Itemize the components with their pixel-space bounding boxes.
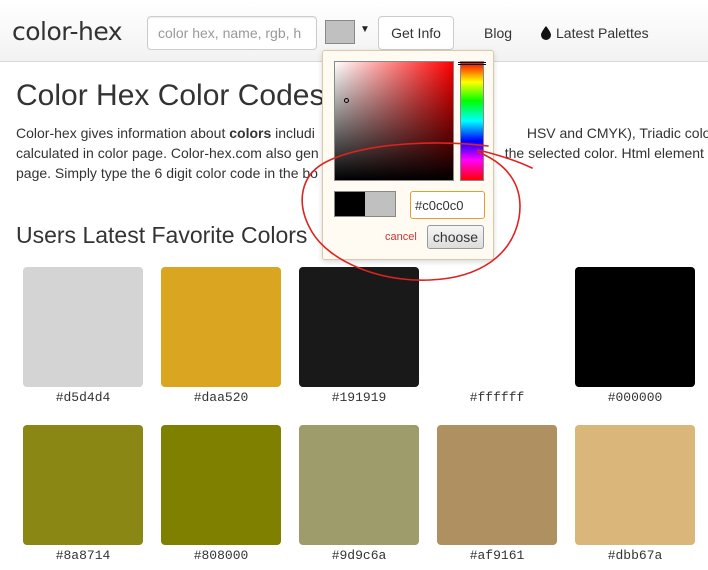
color-tile-label[interactable]: #9d9c6a xyxy=(299,548,419,563)
color-preview xyxy=(334,191,396,217)
color-tile[interactable] xyxy=(299,425,419,545)
color-tile-label[interactable]: #808000 xyxy=(161,548,281,563)
color-tile-label[interactable]: #8a8714 xyxy=(23,548,143,563)
hue-slider[interactable] xyxy=(460,61,484,181)
color-tile[interactable] xyxy=(575,267,695,387)
drop-icon xyxy=(541,26,551,40)
cancel-link[interactable]: cancel xyxy=(385,231,417,243)
color-picker-swatch-button[interactable] xyxy=(325,20,355,44)
new-color-swatch xyxy=(365,192,395,216)
color-tile[interactable] xyxy=(575,425,695,545)
color-tile-label[interactable]: #191919 xyxy=(299,390,419,405)
color-tile[interactable] xyxy=(161,425,281,545)
nav-link-latest-palettes[interactable]: Latest Palettes xyxy=(541,25,649,41)
favorites-section-title: Users Latest Favorite Colors xyxy=(16,222,308,248)
color-tile-label[interactable]: #000000 xyxy=(575,390,695,405)
hex-color-input[interactable] xyxy=(410,191,485,219)
color-picker-popup: cancel choose xyxy=(322,50,494,260)
site-logo[interactable]: color-hex xyxy=(12,17,123,46)
choose-button[interactable]: choose xyxy=(427,225,484,249)
saturation-value-area[interactable] xyxy=(334,61,454,181)
color-tile-label[interactable]: #ffffff xyxy=(437,390,557,405)
color-tile[interactable] xyxy=(23,267,143,387)
color-tile[interactable] xyxy=(437,267,557,387)
color-tile-label[interactable]: #daa520 xyxy=(161,390,281,405)
color-tile[interactable] xyxy=(161,267,281,387)
page-title: Color Hex Color Codes xyxy=(16,79,325,112)
color-tile-label[interactable]: #dbb67a xyxy=(575,548,695,563)
search-input[interactable] xyxy=(147,16,317,50)
color-tile[interactable] xyxy=(299,267,419,387)
hue-slider-handle[interactable] xyxy=(458,62,486,65)
nav-link-blog[interactable]: Blog xyxy=(484,25,512,41)
intro-colors-bold: colors xyxy=(229,125,272,141)
color-tile[interactable] xyxy=(437,425,557,545)
get-info-button[interactable]: Get Info xyxy=(378,16,454,50)
previous-color-swatch[interactable] xyxy=(335,192,365,216)
color-tile-label[interactable]: #d5d4d4 xyxy=(23,390,143,405)
color-tile-label[interactable]: #af9161 xyxy=(437,548,557,563)
saturation-cursor[interactable] xyxy=(344,98,349,103)
nav-link-latest-palettes-label: Latest Palettes xyxy=(556,25,649,41)
color-tile[interactable] xyxy=(23,425,143,545)
chevron-down-icon[interactable]: ▼ xyxy=(360,24,370,35)
